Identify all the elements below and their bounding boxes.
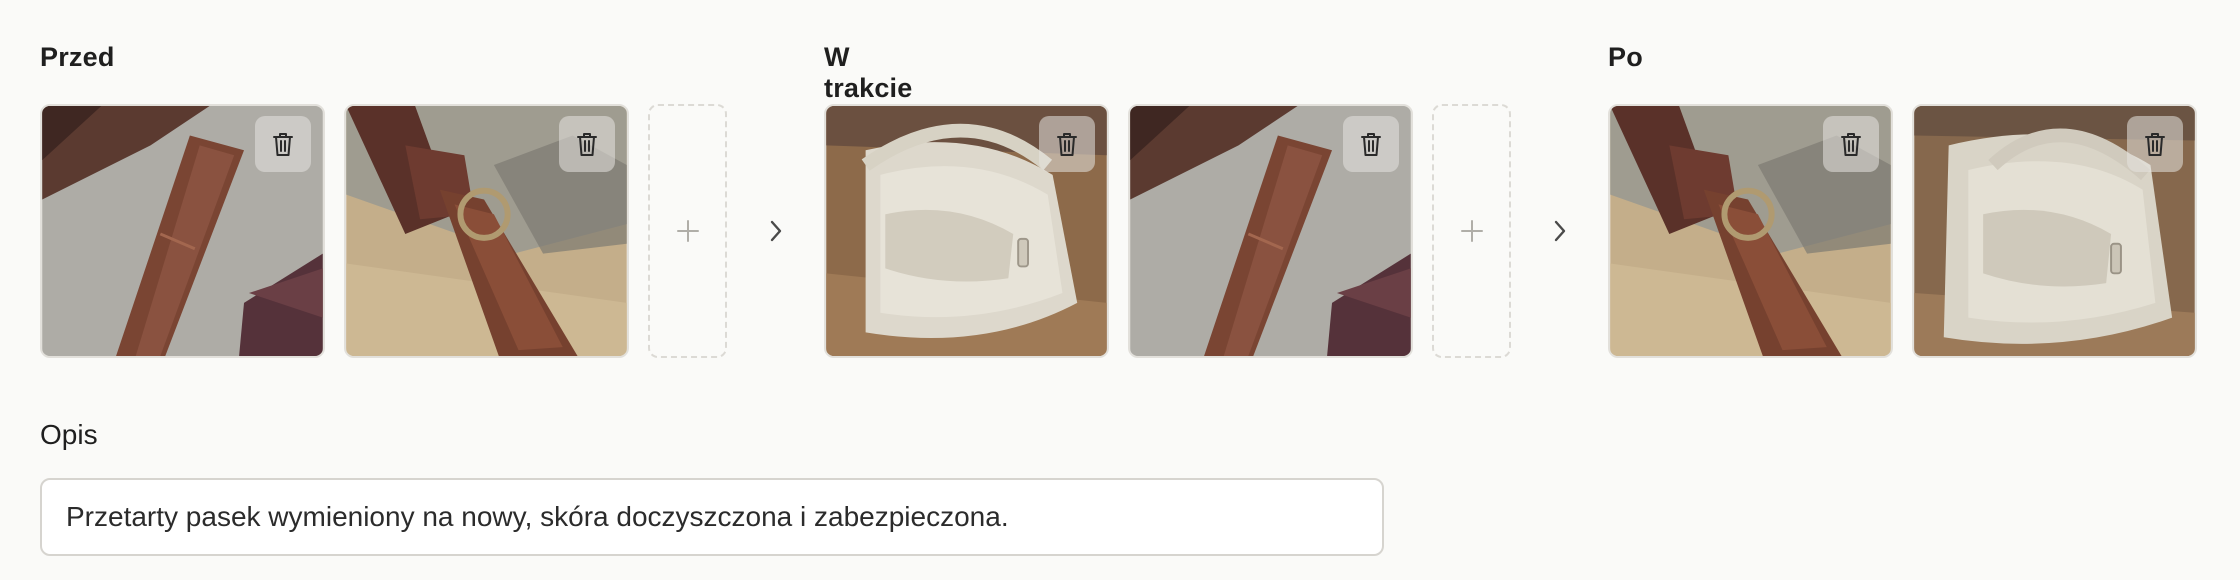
stage-title-during: W trakcie (824, 42, 913, 103)
photo-thumbnail[interactable] (40, 104, 325, 358)
plus-icon (676, 220, 699, 242)
add-photo-button[interactable] (648, 104, 727, 358)
trash-icon[interactable] (255, 116, 311, 172)
photo-thumbnail[interactable] (344, 104, 629, 358)
stage-title-after: Po (1608, 42, 1643, 72)
photo-thumbnail[interactable] (1912, 104, 2197, 358)
trash-icon[interactable] (559, 116, 615, 172)
description-label: Opis (40, 419, 98, 450)
description-field[interactable]: Przetarty pasek wymieniony na nowy, skór… (40, 478, 1384, 556)
trash-icon[interactable] (1823, 116, 1879, 172)
trash-icon[interactable] (1039, 116, 1095, 172)
chevron-right-icon (764, 216, 788, 246)
trash-icon[interactable] (1343, 116, 1399, 172)
trash-icon[interactable] (2127, 116, 2183, 172)
plus-icon (1460, 220, 1483, 242)
photo-thumbnail[interactable] (824, 104, 1109, 358)
photo-thumbnail[interactable] (1608, 104, 1893, 358)
photo-thumbnail[interactable] (1128, 104, 1413, 358)
add-photo-button[interactable] (1432, 104, 1511, 358)
chevron-right-icon (1548, 216, 1572, 246)
stage-title-before: Przed (40, 42, 115, 72)
